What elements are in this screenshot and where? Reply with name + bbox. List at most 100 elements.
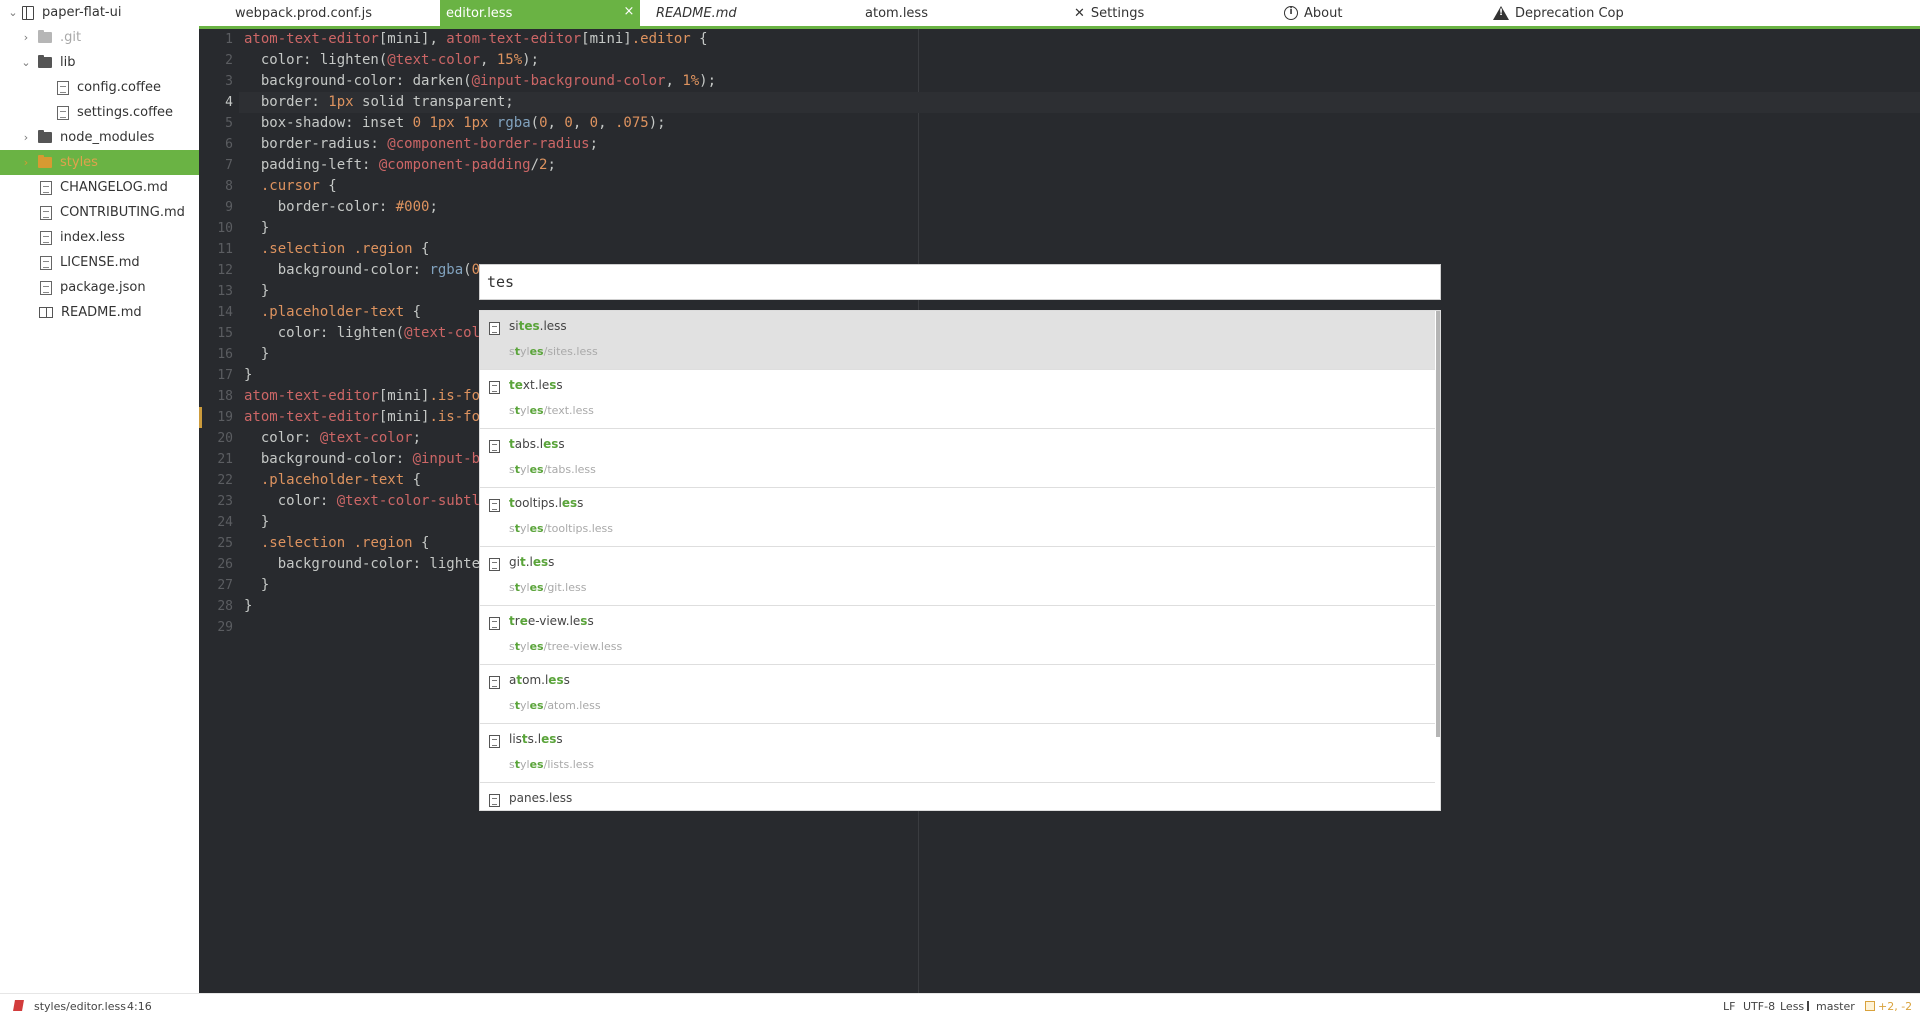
results-scrollbar[interactable] (1436, 311, 1440, 737)
code-line: } (244, 577, 270, 593)
file-icon (489, 322, 500, 335)
tools-icon: ✕ (1074, 5, 1085, 21)
line-number: 21 (217, 452, 233, 467)
code-line: background-color: lighte (244, 556, 481, 572)
file-icon (489, 617, 500, 630)
result-path: styles/sites.less (509, 345, 598, 358)
tree-item-node-modules[interactable]: › node_modules (0, 125, 199, 150)
fuzzy-finder-result[interactable]: tree-view.less styles/tree-view.less (480, 606, 1435, 665)
status-bar: styles/editor.less 4:16 LF UTF-8 Less ma… (0, 993, 1920, 1019)
tree-item-readme[interactable]: README.md (0, 300, 199, 325)
tree-item-label: node_modules (60, 130, 155, 145)
tab-readme[interactable]: README.md (656, 0, 737, 26)
line-number: 17 (217, 368, 233, 383)
chevron-right-icon: › (23, 156, 29, 169)
tree-item-lib[interactable]: ⌄ lib (0, 50, 199, 75)
line-number: 1 (225, 32, 233, 47)
chevron-right-icon: › (23, 31, 29, 44)
result-filename: git.less (509, 555, 555, 569)
code-line: .placeholder-text { (260, 472, 422, 488)
repo-icon (22, 5, 34, 20)
status-line-ending[interactable]: LF (1723, 1000, 1735, 1013)
file-icon (40, 205, 52, 220)
result-path: styles/text.less (509, 404, 594, 417)
warning-icon (1493, 6, 1509, 20)
git-diff-icon (1865, 1001, 1875, 1011)
tree-item-index-less[interactable]: index.less (0, 225, 199, 250)
tree-item-config-coffee[interactable]: config.coffee (0, 75, 199, 100)
fuzzy-finder-result[interactable]: atom.less styles/atom.less (480, 665, 1435, 724)
tab-label: README.md (656, 5, 737, 21)
status-grammar[interactable]: Less (1780, 1000, 1804, 1013)
git-modified-marker (199, 407, 202, 428)
tree-item-label: settings.coffee (77, 105, 174, 120)
status-git-diff[interactable]: +2, -2 (1865, 1000, 1912, 1013)
tree-item-settings-coffee[interactable]: settings.coffee (0, 100, 199, 125)
line-number: 12 (217, 263, 233, 278)
tab-atom-less[interactable]: atom.less (865, 0, 928, 26)
file-icon (57, 80, 69, 95)
tree-item-styles[interactable]: › styles (0, 150, 199, 175)
tree-item-contributing[interactable]: CONTRIBUTING.md (0, 200, 199, 225)
fuzzy-finder-result[interactable]: panes.less (480, 783, 1435, 810)
line-number: 23 (217, 494, 233, 509)
code-line: .placeholder-text { (260, 304, 422, 320)
code-line: color: @text-color; (244, 430, 422, 446)
tree-item-label: index.less (60, 230, 125, 245)
fuzzy-finder-query-input[interactable]: tes (479, 264, 1441, 300)
line-number: 14 (217, 305, 233, 320)
line-number: 3 (225, 74, 233, 89)
line-number: 26 (217, 557, 233, 572)
status-cursor-position[interactable]: 4:16 (127, 1000, 152, 1013)
fuzzy-finder-result[interactable]: git.less styles/git.less (480, 547, 1435, 606)
code-line: } (244, 346, 270, 362)
result-filename: text.less (509, 378, 563, 392)
tree-item-label: .git (60, 30, 82, 45)
fuzzy-finder-result[interactable]: tooltips.less styles/tooltips.less (480, 488, 1435, 547)
code-line: .cursor { (260, 178, 337, 194)
close-icon[interactable]: × (622, 5, 636, 19)
tree-item-changelog[interactable]: CHANGELOG.md (0, 175, 199, 200)
tree-root-label: paper-flat-ui (42, 5, 122, 20)
tree-item-label: lib (60, 55, 76, 70)
tab-label: webpack.prod.conf.js (235, 5, 373, 21)
book-icon (39, 307, 53, 318)
code-line: background-color: rgba(0 (244, 262, 481, 278)
tab-editor-less[interactable]: editor.less × (440, 0, 640, 26)
tree-item-git[interactable]: › .git (0, 25, 199, 50)
result-path: styles/tabs.less (509, 463, 596, 476)
code-line: color: @text-color-subtl (244, 493, 481, 509)
file-icon (40, 280, 52, 295)
code-line: border: 1px solid transparent; (244, 94, 514, 110)
file-icon (489, 499, 500, 512)
folder-icon (38, 30, 52, 43)
fuzzy-finder-result[interactable]: tabs.less styles/tabs.less (480, 429, 1435, 488)
tab-webpack-prod-conf[interactable]: webpack.prod.conf.js (235, 0, 372, 26)
line-number: 2 (225, 53, 233, 68)
tree-item-label: config.coffee (77, 80, 161, 95)
code-line: } (244, 598, 253, 614)
tree-item-license[interactable]: LICENSE.md (0, 250, 199, 275)
tree-item-package-json[interactable]: package.json (0, 275, 199, 300)
tab-deprecation-cop[interactable]: Deprecation Cop (1493, 0, 1624, 26)
line-number: 7 (225, 158, 233, 173)
status-diff-label: +2, -2 (1878, 1000, 1913, 1013)
result-path: styles/atom.less (509, 699, 601, 712)
file-icon (40, 230, 52, 245)
line-number: 13 (217, 284, 233, 299)
fuzzy-finder-result[interactable]: sites.less styles/sites.less (480, 311, 1435, 370)
tree-root[interactable]: ⌄ paper-flat-ui (0, 0, 199, 25)
line-number: 5 (225, 116, 233, 131)
tab-label: atom.less (865, 5, 928, 21)
fuzzy-finder-result[interactable]: lists.less styles/lists.less (480, 724, 1435, 783)
status-branch[interactable]: master (1807, 1000, 1855, 1013)
line-number: 29 (217, 620, 233, 635)
less-file-icon (13, 1000, 24, 1011)
line-number: 16 (217, 347, 233, 362)
fuzzy-finder-result[interactable]: text.less styles/text.less (480, 370, 1435, 429)
tree-item-label: styles (60, 155, 98, 170)
tab-settings[interactable]: ✕ Settings (1074, 0, 1144, 26)
status-encoding[interactable]: UTF-8 (1743, 1000, 1775, 1013)
tab-about[interactable]: i About (1284, 0, 1342, 26)
status-file-path[interactable]: styles/editor.less (34, 1000, 126, 1013)
